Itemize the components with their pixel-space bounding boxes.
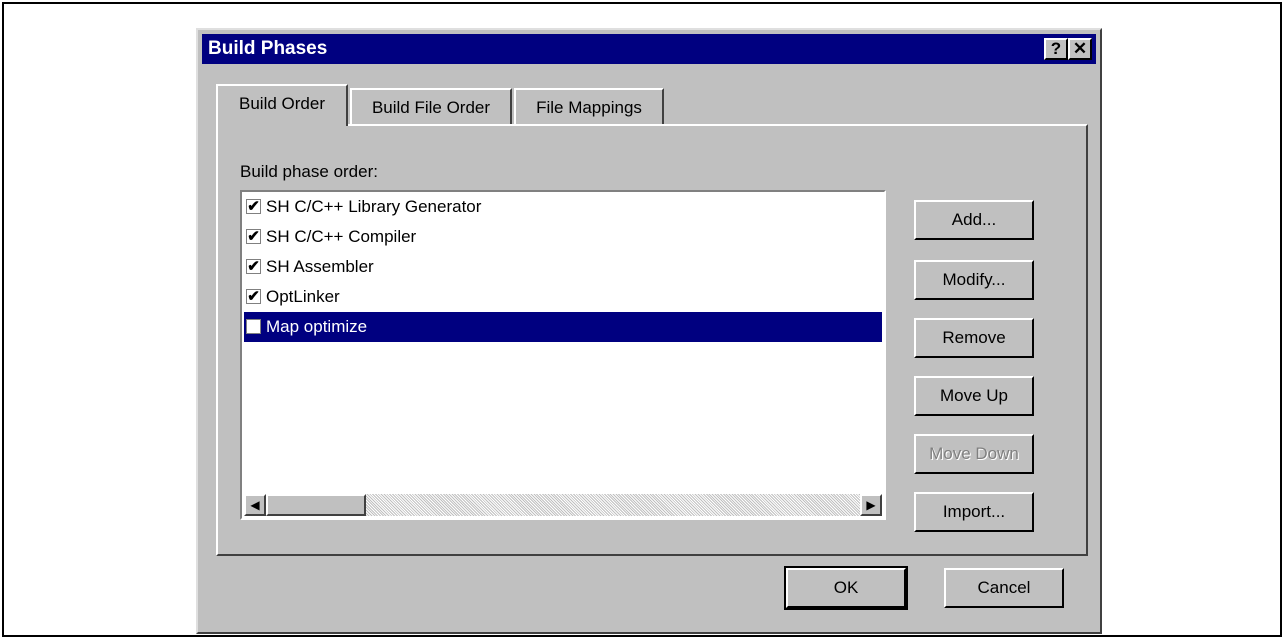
tab-file-mappings[interactable]: File Mappings — [514, 88, 664, 126]
phase-checkbox[interactable]: ✔ — [246, 289, 261, 304]
add-button[interactable]: Add... — [914, 200, 1034, 240]
build-phases-dialog: Build Phases ? ✕ Build Order Build File … — [196, 28, 1102, 634]
scroll-right-arrow-icon[interactable]: ▶ — [860, 494, 882, 516]
modify-button[interactable]: Modify... — [914, 260, 1034, 300]
import-button[interactable]: Import... — [914, 492, 1034, 532]
move-up-button[interactable]: Move Up — [914, 376, 1034, 416]
phase-label: OptLinker — [266, 287, 340, 306]
phase-checkbox[interactable]: ✔ — [246, 229, 261, 244]
phase-label: SH Assembler — [266, 257, 374, 276]
title-bar[interactable]: Build Phases ? ✕ — [202, 34, 1096, 64]
phase-label: Map optimize — [266, 317, 368, 336]
ok-button[interactable]: OK — [784, 566, 908, 610]
tab-build-order-label: Build Order — [239, 94, 325, 113]
list-item-selected[interactable]: Map optimize — [244, 312, 882, 342]
dialog-title: Build Phases — [208, 38, 328, 59]
phase-checkbox[interactable] — [246, 319, 261, 334]
help-button[interactable]: ? — [1044, 38, 1068, 60]
tab-build-order[interactable]: Build Order — [216, 84, 348, 126]
tab-file-mappings-label: File Mappings — [536, 98, 642, 117]
build-phase-list[interactable]: ✔ SH C/C++ Library Generator ✔ SH C/C++ … — [240, 190, 886, 520]
build-phase-order-label: Build phase order: — [240, 162, 378, 181]
remove-button[interactable]: Remove — [914, 318, 1034, 358]
move-down-button[interactable]: Move Down — [914, 434, 1034, 474]
list-item[interactable]: ✔ SH C/C++ Compiler — [244, 222, 882, 252]
list-item[interactable]: ✔ SH C/C++ Library Generator — [244, 192, 882, 222]
phase-checkbox[interactable]: ✔ — [246, 199, 261, 214]
horizontal-scrollbar[interactable]: ◀ ▶ — [244, 494, 882, 516]
scroll-thumb[interactable] — [266, 494, 366, 516]
list-item[interactable]: ✔ SH Assembler — [244, 252, 882, 282]
tab-build-file-order-label: Build File Order — [371, 98, 491, 117]
phase-label: SH C/C++ Library Generator — [266, 197, 482, 216]
tab-build-file-order[interactable]: Build File Order — [350, 88, 512, 126]
phase-checkbox[interactable]: ✔ — [246, 259, 261, 274]
cancel-button[interactable]: Cancel — [944, 568, 1064, 608]
build-order-panel: Build phase order: ✔ SH C/C++ Library Ge… — [216, 124, 1088, 556]
scroll-left-arrow-icon[interactable]: ◀ — [244, 494, 266, 516]
close-button[interactable]: ✕ — [1068, 38, 1092, 60]
list-item[interactable]: ✔ OptLinker — [244, 282, 882, 312]
phase-label: SH C/C++ Compiler — [266, 227, 417, 246]
